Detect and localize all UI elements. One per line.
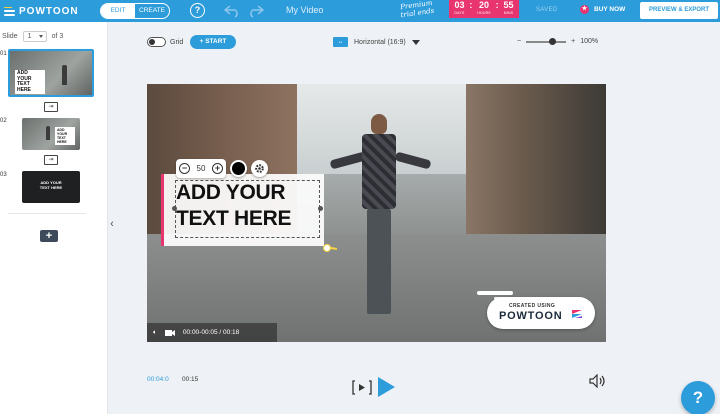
current-time: 00:04:0: [147, 376, 169, 383]
slide-thumbnail-3[interactable]: ADD YOUR TEXT HERE: [22, 171, 80, 203]
buy-now-button[interactable]: ★ BUY NOW: [580, 5, 625, 14]
star-icon: ★: [580, 5, 589, 14]
zoom-in-icon[interactable]: +: [571, 38, 575, 45]
preview-export-button[interactable]: PREVIEW & EXPORT: [640, 2, 718, 19]
ratio-icon: ↔: [333, 37, 348, 47]
person-torso: [362, 134, 396, 209]
slide-label: Slide: [2, 33, 18, 40]
font-size-value[interactable]: 50: [193, 164, 209, 173]
step-play-icon[interactable]: [352, 380, 372, 395]
thumbnail-title: ADD YOUR TEXT HERE: [15, 70, 45, 94]
thumbnail-person: [46, 126, 50, 140]
video-time: 00:00-00:05 / 00:18: [182, 329, 240, 336]
volume-icon[interactable]: [589, 374, 607, 388]
watermark-decoration: [477, 291, 513, 295]
person-head: [371, 114, 387, 134]
settings-button[interactable]: [251, 159, 268, 177]
thumbnail-person: [62, 65, 67, 85]
add-slide-button[interactable]: +: [40, 230, 58, 242]
collapse-sidebar-icon[interactable]: ‹: [106, 212, 118, 236]
grid-toggle[interactable]: Grid: [147, 37, 183, 47]
zoom-slider[interactable]: [526, 37, 567, 45]
edit-mode-button[interactable]: EDIT: [101, 4, 135, 18]
animation-pin-icon[interactable]: [323, 244, 331, 252]
mode-toggle[interactable]: EDIT CREATE: [100, 3, 170, 19]
redo-icon[interactable]: [248, 3, 264, 18]
decrease-size-button[interactable]: −: [179, 162, 190, 174]
thumbnail-title: ADD YOUR TEXT HERE: [55, 127, 75, 145]
slide-number: 03: [0, 172, 7, 178]
resize-handle[interactable]: [318, 206, 323, 211]
increase-size-button[interactable]: +: [212, 162, 223, 174]
top-bar: POWTOON EDIT CREATE ? My Video Premium t…: [0, 0, 720, 22]
timer-separator: :: [469, 0, 473, 10]
undo-icon[interactable]: [224, 3, 240, 18]
aspect-ratio-label: Horizontal (16:9): [354, 38, 406, 46]
zoom-control: − + 100%: [517, 37, 599, 45]
play-icon[interactable]: [378, 377, 395, 397]
volume-icon[interactable]: 🔈︎: [153, 329, 157, 337]
slide-select[interactable]: 1: [22, 31, 47, 42]
zoom-out-icon[interactable]: −: [517, 38, 521, 45]
watermark-caption: CREATED USING: [509, 303, 556, 309]
gear-icon: [255, 163, 264, 173]
slide-number: 02: [0, 118, 7, 124]
powtoon-mark-icon: [572, 310, 582, 318]
video-info-bar: 🔈︎ 00:00-00:05 / 00:18: [147, 323, 277, 342]
grid-label: Grid: [170, 38, 184, 46]
slide-thumbnail-2[interactable]: ADD YOUR TEXT HERE: [22, 118, 80, 150]
slides-sidebar: Slide 1 of 3 01 ADD YOUR TEXT HERE ⇥ 02 …: [0, 22, 108, 414]
camera-icon[interactable]: [164, 329, 175, 337]
timer-separator: :: [495, 0, 499, 10]
buy-now-label: BUY NOW: [594, 6, 626, 13]
timer-hours: 20 HOURS: [477, 0, 491, 15]
slide-number: 01: [0, 51, 7, 57]
help-chat-button[interactable]: ?: [681, 381, 715, 414]
help-icon[interactable]: ?: [190, 3, 205, 18]
grid-switch[interactable]: [147, 37, 166, 47]
person-legs: [367, 209, 391, 314]
zoom-slider-thumb[interactable]: [548, 37, 556, 45]
saved-status: SAVED: [536, 7, 558, 13]
background-person: [359, 114, 399, 324]
sidebar-divider: [8, 213, 86, 214]
slide-navigator: Slide 1 of 3: [2, 31, 63, 42]
trial-countdown[interactable]: 03 DAYS : 20 HOURS : 55 MINS: [449, 0, 519, 18]
slide-thumbnail-1[interactable]: ADD YOUR TEXT HERE: [8, 49, 94, 97]
powtoon-watermark[interactable]: CREATED USING POWTOON: [487, 297, 595, 329]
transition-icon[interactable]: ⇥: [44, 155, 58, 165]
timer-minutes: 55 MINS: [503, 0, 514, 15]
thumbnail-title: ADD YOUR TEXT HERE: [39, 180, 63, 190]
start-button[interactable]: + START: [190, 35, 236, 49]
transition-icon[interactable]: ⇥: [44, 102, 58, 112]
text-controls: − 50 +: [176, 158, 268, 178]
total-time: 00:15: [182, 376, 199, 383]
logo-text: POWTOON: [19, 5, 79, 17]
powtoon-logo[interactable]: POWTOON: [4, 4, 79, 18]
slide-total: of 3: [51, 33, 64, 40]
create-mode-button[interactable]: CREATE: [135, 4, 169, 18]
color-picker-button[interactable]: [230, 159, 247, 177]
watermark-logo: POWTOON: [499, 310, 563, 322]
menu-icon[interactable]: [4, 6, 15, 16]
font-size-control: − 50 +: [176, 158, 226, 178]
zoom-value: 100%: [580, 38, 599, 45]
chevron-down-icon: [411, 39, 420, 45]
document-title[interactable]: My Video: [286, 5, 323, 15]
timer-days: 03 DAYS: [454, 0, 465, 15]
text-box[interactable]: ADD YOUR TEXT HERE: [176, 180, 316, 232]
trial-label: Premium trial ends: [399, 0, 435, 20]
aspect-ratio-select[interactable]: ↔ Horizontal (16:9): [333, 37, 420, 47]
